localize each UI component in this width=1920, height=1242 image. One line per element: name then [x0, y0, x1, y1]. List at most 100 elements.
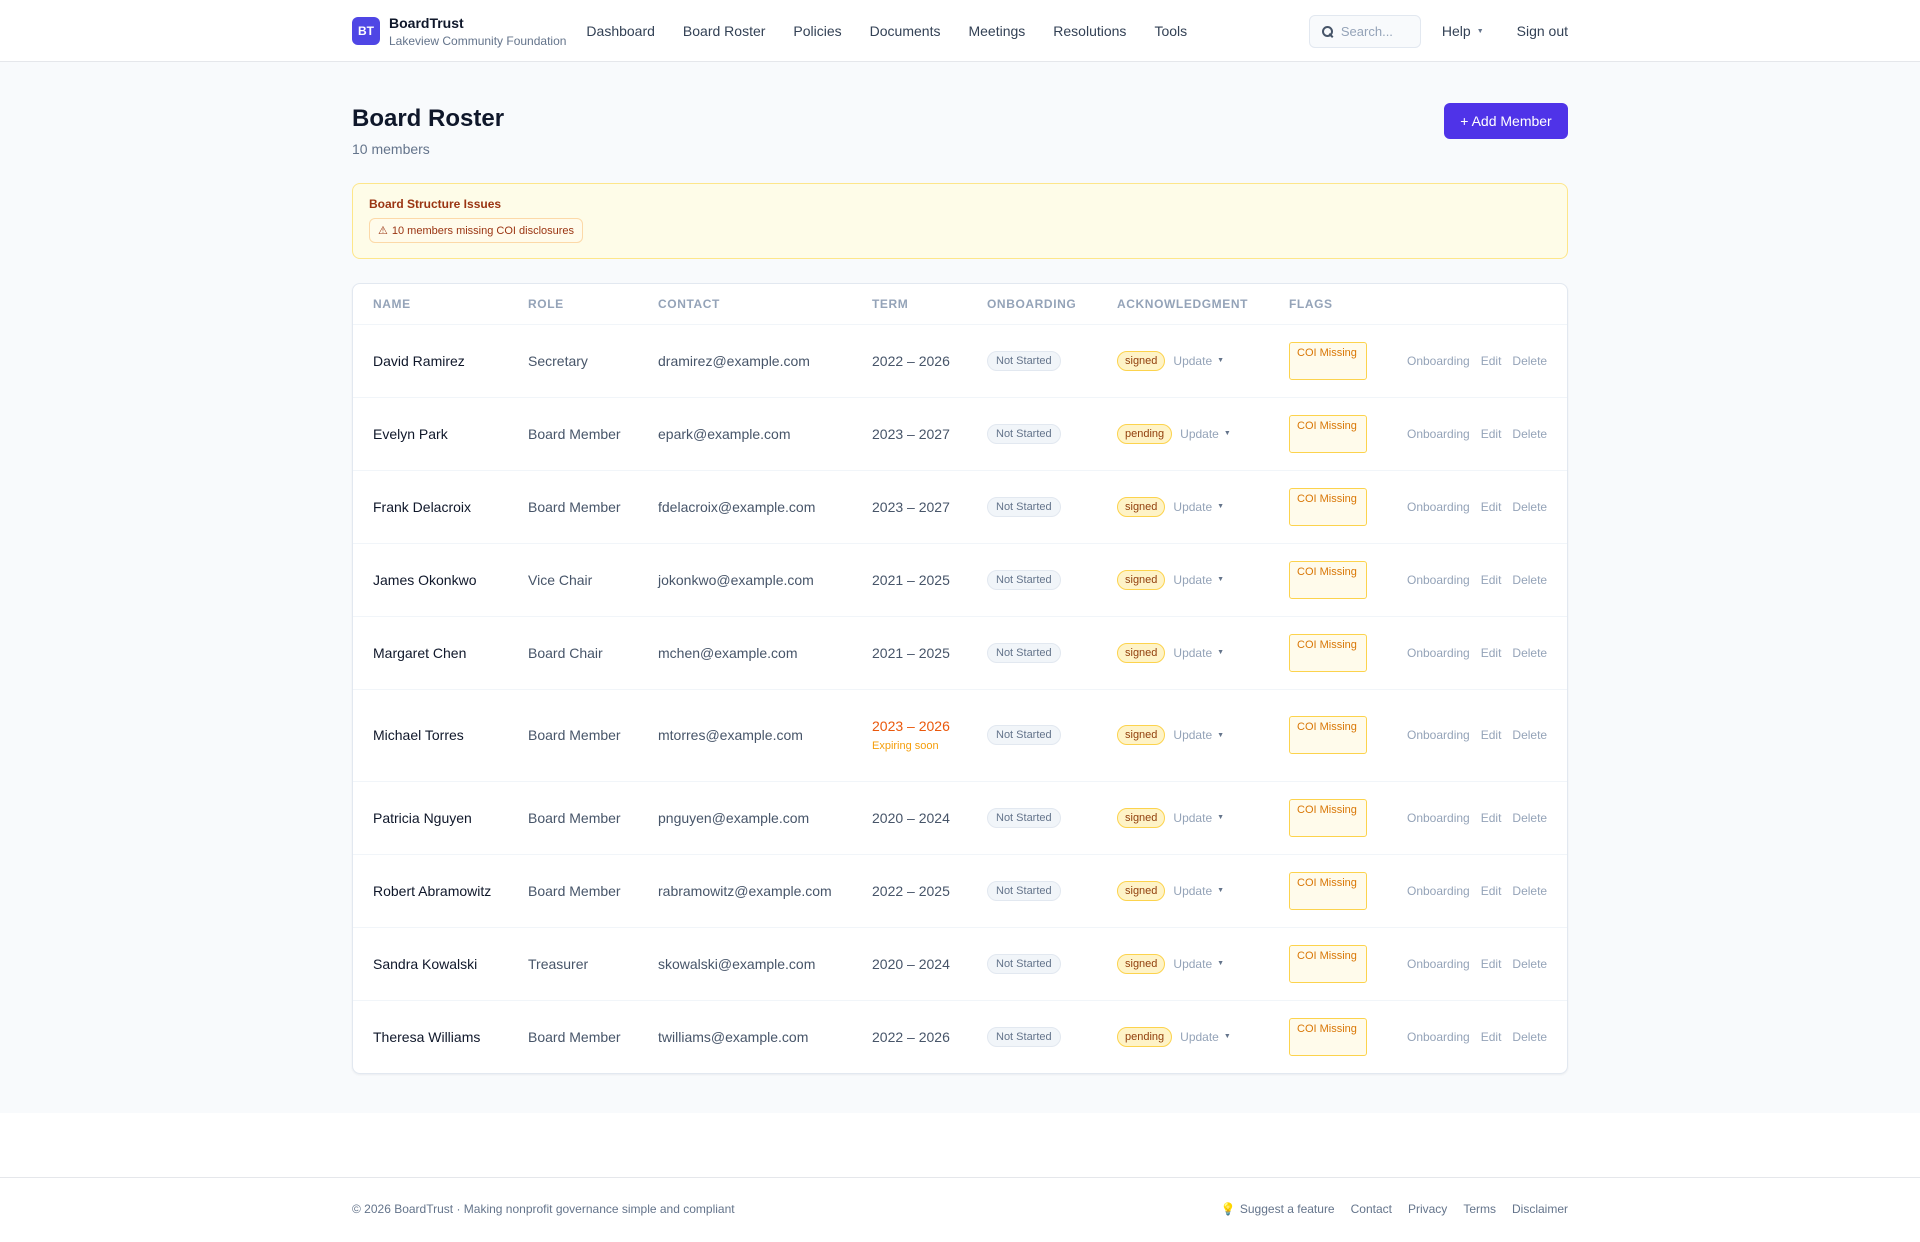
delete-action[interactable]: Delete: [1512, 573, 1547, 587]
update-acknowledgment-dropdown[interactable]: Update ▼: [1180, 427, 1231, 441]
delete-action[interactable]: Delete: [1512, 500, 1547, 514]
member-term-cell: 2022 – 2025: [852, 854, 967, 928]
update-label: Update: [1173, 353, 1213, 368]
member-email[interactable]: skowalski@example.com: [638, 927, 852, 1001]
onboarding-action[interactable]: Onboarding: [1407, 646, 1470, 660]
edit-action[interactable]: Edit: [1481, 500, 1502, 514]
update-acknowledgment-dropdown[interactable]: Update ▼: [1173, 646, 1224, 660]
edit-action[interactable]: Edit: [1481, 957, 1502, 971]
edit-action[interactable]: Edit: [1481, 884, 1502, 898]
delete-action[interactable]: Delete: [1512, 884, 1547, 898]
onboarding-action[interactable]: Onboarding: [1407, 957, 1470, 971]
edit-action[interactable]: Edit: [1481, 427, 1502, 441]
nav-board-roster[interactable]: Board Roster: [683, 23, 765, 39]
delete-action[interactable]: Delete: [1512, 957, 1547, 971]
nav-policies[interactable]: Policies: [793, 23, 841, 39]
onboarding-action[interactable]: Onboarding: [1407, 427, 1470, 441]
column-header-flags[interactable]: FLAGS: [1269, 284, 1387, 325]
brand-logo: BT: [352, 17, 380, 45]
acknowledgment-cell: signed Update ▼: [1097, 781, 1269, 855]
help-menu[interactable]: Help ▼: [1442, 23, 1484, 39]
member-email[interactable]: pnguyen@example.com: [638, 781, 852, 855]
delete-action[interactable]: Delete: [1512, 728, 1547, 742]
member-email[interactable]: jokonkwo@example.com: [638, 543, 852, 617]
brand[interactable]: BT BoardTrust Lakeview Community Foundat…: [352, 15, 566, 48]
onboarding-cell: Not Started: [967, 324, 1097, 398]
delete-action[interactable]: Delete: [1512, 354, 1547, 368]
edit-action[interactable]: Edit: [1481, 728, 1502, 742]
add-member-button[interactable]: + Add Member: [1444, 103, 1568, 139]
onboarding-cell: Not Started: [967, 781, 1097, 855]
member-email[interactable]: fdelacroix@example.com: [638, 470, 852, 544]
acknowledgment-status-badge: signed: [1117, 725, 1166, 745]
search-input[interactable]: Search...: [1308, 14, 1421, 48]
chevron-down-icon: ▼: [1217, 357, 1225, 364]
update-acknowledgment-dropdown[interactable]: Update ▼: [1173, 811, 1224, 825]
coi-missing-flag: COI Missing: [1289, 871, 1367, 910]
acknowledgment-cell: signed Update ▼: [1097, 470, 1269, 544]
column-header-acknowledgment[interactable]: ACKNOWLEDGMENT: [1097, 284, 1269, 325]
nav-resolutions[interactable]: Resolutions: [1053, 23, 1126, 39]
onboarding-status-badge: Not Started: [987, 953, 1061, 974]
update-acknowledgment-dropdown[interactable]: Update ▼: [1173, 957, 1224, 971]
member-email[interactable]: twilliams@example.com: [638, 1000, 852, 1073]
edit-action[interactable]: Edit: [1481, 573, 1502, 587]
member-term-cell: 2023 – 2027: [852, 470, 967, 544]
column-header-name[interactable]: NAME: [353, 284, 508, 325]
footer-link-contact[interactable]: Contact: [1351, 1202, 1392, 1216]
onboarding-action[interactable]: Onboarding: [1407, 884, 1470, 898]
onboarding-action[interactable]: Onboarding: [1407, 811, 1470, 825]
member-email[interactable]: rabramowitz@example.com: [638, 854, 852, 928]
footer-link-privacy[interactable]: Privacy: [1408, 1202, 1447, 1216]
acknowledgment-status-badge: signed: [1117, 569, 1166, 590]
nav-documents[interactable]: Documents: [870, 23, 941, 39]
footer-link-terms[interactable]: Terms: [1463, 1202, 1496, 1216]
delete-action[interactable]: Delete: [1512, 427, 1547, 441]
onboarding-status-badge: Not Started: [987, 423, 1061, 444]
update-acknowledgment-dropdown[interactable]: Update ▼: [1173, 573, 1224, 587]
sign-out-link[interactable]: Sign out: [1517, 23, 1568, 39]
nav-tools[interactable]: Tools: [1154, 23, 1187, 39]
delete-action[interactable]: Delete: [1512, 811, 1547, 825]
onboarding-action[interactable]: Onboarding: [1407, 728, 1470, 742]
nav-meetings[interactable]: Meetings: [968, 23, 1025, 39]
member-name: Margaret Chen: [353, 616, 508, 690]
update-acknowledgment-dropdown[interactable]: Update ▼: [1173, 354, 1224, 368]
issue-chip[interactable]: ⚠ 10 members missing COI disclosures: [369, 218, 584, 243]
footer-link-disclaimer[interactable]: Disclaimer: [1512, 1202, 1568, 1216]
table-row: Michael Torres Board Member mtorres@exam…: [353, 689, 1567, 782]
suggest-feature-link[interactable]: 💡 Suggest a feature: [1221, 1202, 1335, 1216]
onboarding-action[interactable]: Onboarding: [1407, 1030, 1470, 1044]
actions-cell: Onboarding Edit Delete: [1387, 543, 1567, 617]
nav-dashboard[interactable]: Dashboard: [586, 23, 655, 39]
onboarding-action[interactable]: Onboarding: [1407, 573, 1470, 587]
update-acknowledgment-dropdown[interactable]: Update ▼: [1173, 728, 1224, 742]
edit-action[interactable]: Edit: [1481, 1030, 1502, 1044]
update-label: Update: [1173, 956, 1213, 971]
acknowledgment-status-badge: signed: [1117, 496, 1166, 517]
update-acknowledgment-dropdown[interactable]: Update ▼: [1173, 884, 1224, 898]
member-email[interactable]: mtorres@example.com: [638, 689, 852, 782]
onboarding-action[interactable]: Onboarding: [1407, 500, 1470, 514]
column-header-contact[interactable]: CONTACT: [638, 284, 852, 325]
update-label: Update: [1180, 426, 1219, 441]
edit-action[interactable]: Edit: [1481, 811, 1502, 825]
column-header-term[interactable]: TERM: [852, 284, 967, 325]
member-name: Theresa Williams: [373, 1028, 481, 1045]
member-email[interactable]: dramirez@example.com: [638, 324, 852, 398]
member-email[interactable]: epark@example.com: [638, 397, 852, 471]
edit-action[interactable]: Edit: [1481, 354, 1502, 368]
table-row: Margaret Chen Board Chair mchen@example.…: [353, 616, 1567, 690]
member-term-cell: 2021 – 2025: [852, 543, 967, 617]
member-email[interactable]: mchen@example.com: [638, 616, 852, 690]
onboarding-action[interactable]: Onboarding: [1407, 354, 1470, 368]
delete-action[interactable]: Delete: [1512, 1030, 1547, 1044]
edit-action[interactable]: Edit: [1481, 646, 1502, 660]
update-label: Update: [1180, 1029, 1219, 1044]
column-header-role[interactable]: ROLE: [508, 284, 638, 325]
coi-missing-flag: COI Missing: [1289, 560, 1367, 599]
update-acknowledgment-dropdown[interactable]: Update ▼: [1173, 500, 1224, 514]
column-header-onboarding[interactable]: ONBOARDING: [967, 284, 1097, 325]
update-acknowledgment-dropdown[interactable]: Update ▼: [1180, 1030, 1231, 1044]
delete-action[interactable]: Delete: [1512, 646, 1547, 660]
